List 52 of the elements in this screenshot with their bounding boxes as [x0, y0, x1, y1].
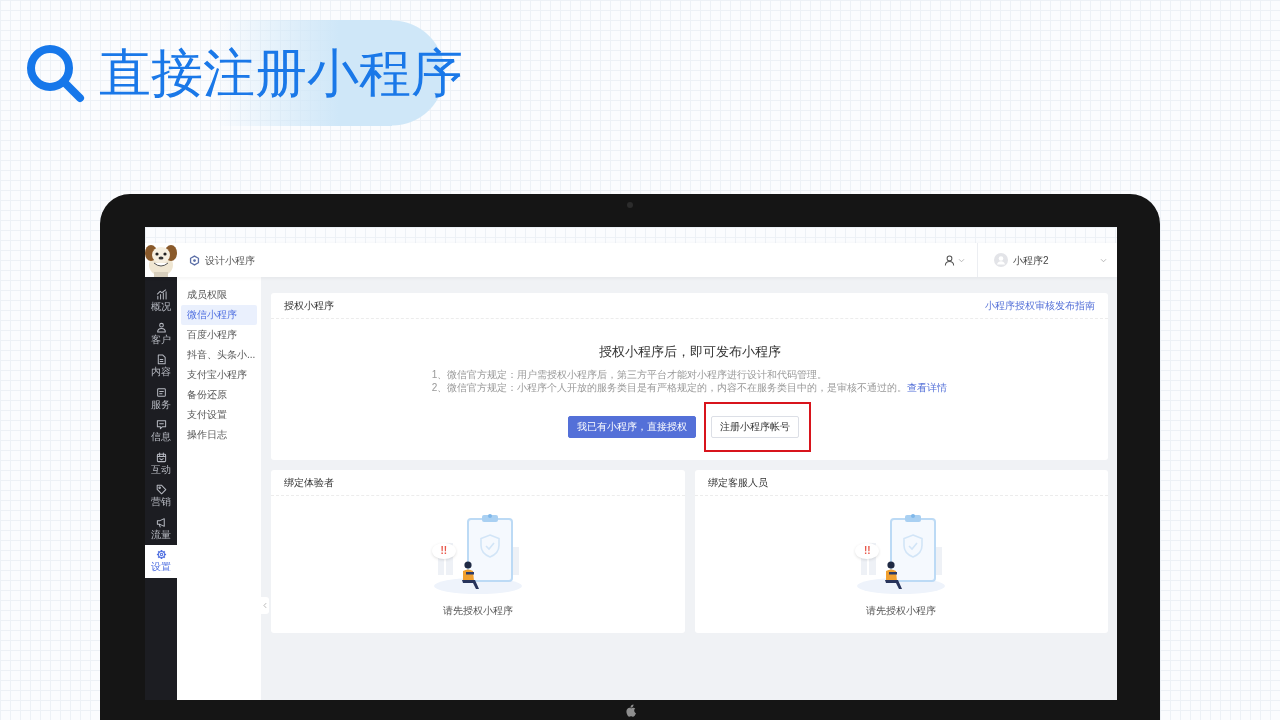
register-button[interactable]: 注册小程序帐号 [711, 416, 799, 438]
apple-icon [625, 703, 637, 717]
card-title: 绑定客服人员 [707, 476, 768, 490]
chevron-icon [263, 602, 267, 609]
rail-item[interactable]: 营销 [145, 480, 177, 513]
page-heading: 直接注册小程序 [99, 43, 463, 103]
sub-nav-item[interactable]: 操作日志 [181, 425, 257, 445]
alert-bubble: !! [431, 543, 456, 559]
settings-icon [155, 549, 167, 561]
empty-state-text: 请先授权小程序 [866, 605, 937, 617]
empty-state-text: 请先授权小程序 [442, 605, 513, 617]
card-title: 绑定体验者 [284, 476, 334, 490]
receipt-icon [155, 386, 167, 398]
rail-item[interactable]: 信息 [145, 415, 177, 448]
message-icon [155, 419, 167, 431]
sub-nav-item[interactable]: 备份还原 [181, 385, 257, 405]
rail-item[interactable]: 服务 [145, 382, 177, 415]
person-icon [944, 254, 955, 266]
caret-icon [958, 257, 965, 263]
page-title: 设计小程序 [205, 253, 255, 268]
hexagon-icon [189, 254, 200, 266]
rail-item[interactable]: 流量 [145, 512, 177, 545]
megaphone-icon [155, 516, 167, 528]
alert-bubble: !! [855, 543, 880, 559]
calendar-icon [155, 451, 167, 463]
avatar-icon [994, 253, 1008, 267]
card-title: 授权小程序 [284, 299, 334, 313]
document-icon [155, 354, 167, 366]
sub-nav-item[interactable]: 支付宝小程序 [181, 365, 257, 385]
caret-icon [1100, 257, 1107, 263]
rail-item[interactable]: 互动 [145, 447, 177, 480]
sub-nav-item[interactable]: 成员权限 [181, 285, 257, 305]
rail-item[interactable]: 概况 [145, 285, 177, 318]
sub-nav-item[interactable]: 百度小程序 [181, 325, 257, 345]
rail-item[interactable]: 客户 [145, 317, 177, 350]
auth-headline: 授权小程序后，即可发布小程序 [597, 344, 782, 360]
details-link[interactable]: 查看详情 [907, 382, 948, 393]
sub-nav-item[interactable]: 微信小程序 [181, 305, 257, 325]
person-icon [155, 321, 167, 333]
collapse-handle[interactable] [261, 597, 269, 614]
notice-text: 1、微信官方规定：用户需授权小程序后，第三方平台才能对小程序进行设计和代码管理。 [431, 368, 829, 381]
authorize-button[interactable]: 我已有小程序，直接授权 [568, 416, 696, 438]
chart-icon [155, 289, 167, 301]
rail-item[interactable]: 内容 [145, 350, 177, 383]
guide-link[interactable]: 小程序授权审核发布指南 [985, 298, 1095, 313]
rail-item[interactable]: 设置 [145, 545, 177, 578]
account-switcher[interactable]: 小程序2 [978, 243, 1117, 277]
search-icon [25, 43, 85, 103]
sub-nav-item[interactable]: 支付设置 [181, 405, 257, 425]
sub-nav-item[interactable]: 抖音、头条小... [181, 345, 257, 365]
tag-icon [155, 484, 167, 496]
notice-text: 2、微信官方规定：小程序个人开放的服务类目是有严格规定的，内容不在服务类目中的，是审核不通过的。查看详情 [431, 381, 948, 394]
